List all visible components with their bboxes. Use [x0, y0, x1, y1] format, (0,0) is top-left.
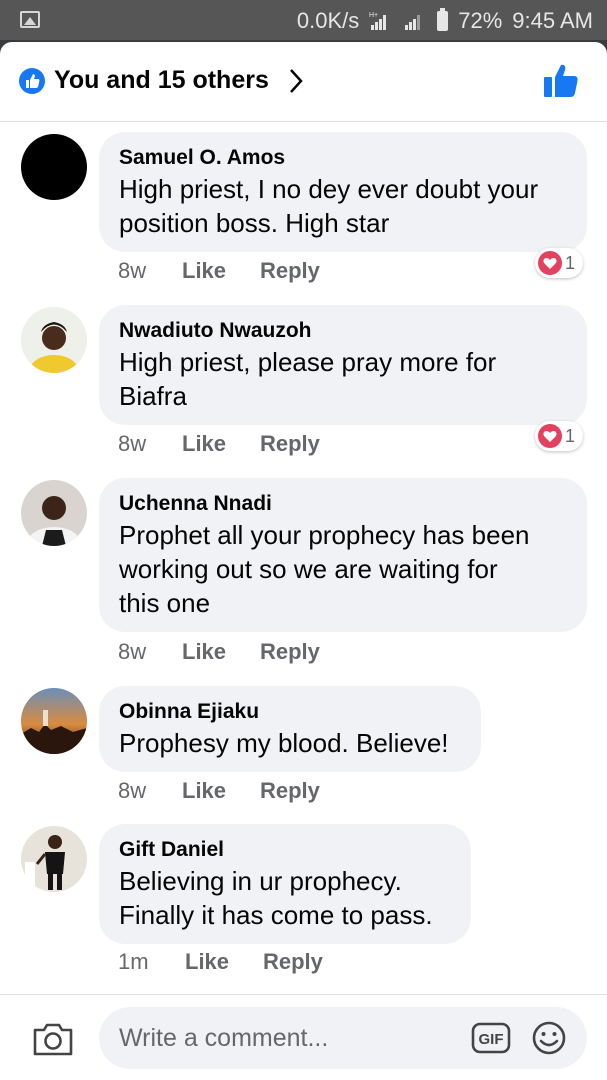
commenter-name[interactable]: Obinna Ejiaku: [119, 698, 461, 726]
reaction-count-badge[interactable]: 1: [534, 421, 583, 451]
reply-link[interactable]: Reply: [260, 431, 320, 457]
battery-level: 72%: [458, 8, 503, 33]
comment-actions: 8w Like Reply: [118, 778, 320, 804]
like-link[interactable]: Like: [182, 431, 260, 457]
comment-input-placeholder: Write a comment...: [119, 1024, 329, 1052]
like-link[interactable]: Like: [182, 258, 260, 284]
comment-text-line: Finally it has come to pass.: [119, 900, 433, 930]
like-badge-icon: [19, 68, 45, 94]
comment-text-line: Believing in ur prophecy.: [119, 866, 402, 896]
avatar[interactable]: [21, 826, 87, 892]
comment-input[interactable]: Write a comment... GIF: [99, 1007, 587, 1069]
comment-bubble[interactable]: Obinna Ejiaku Prophesy my blood. Believe…: [99, 686, 481, 772]
comment-time: 8w: [118, 778, 147, 803]
commenter-name[interactable]: Samuel O. Amos: [119, 144, 567, 172]
comment-text-line: working out so we are waiting for: [119, 554, 498, 584]
comment-text-line: High priest, I no dey ever doubt your: [119, 174, 539, 204]
signal-icon-2: [405, 15, 421, 30]
heart-icon: [537, 424, 562, 448]
comment-text-line: Biafra: [119, 381, 187, 411]
like-link[interactable]: Like: [182, 639, 260, 665]
comment-actions: 8w Like Reply: [118, 431, 320, 457]
emoji-icon[interactable]: [531, 1020, 567, 1056]
comment-bubble[interactable]: Uchenna Nnadi Prophet all your prophecy …: [99, 478, 587, 632]
battery-icon: [437, 8, 449, 31]
comment-bubble[interactable]: Gift Daniel Believing in ur prophecy. Fi…: [99, 824, 471, 944]
gif-icon[interactable]: GIF: [471, 1022, 511, 1054]
net-speed: 0.0K/s: [296, 8, 360, 33]
comment-text-line: High priest, please pray more for: [119, 347, 497, 377]
clock: 9:45 AM: [512, 8, 593, 33]
reply-link[interactable]: Reply: [260, 639, 320, 665]
comment-time: 8w: [118, 431, 147, 456]
chevron-right-icon[interactable]: [286, 66, 306, 96]
reactors-summary[interactable]: You and 15 others: [54, 66, 269, 95]
reply-link[interactable]: Reply: [260, 778, 320, 804]
commenter-name[interactable]: Uchenna Nnadi: [119, 490, 567, 518]
reaction-count-badge[interactable]: 1: [534, 248, 583, 278]
reaction-count: 1: [564, 425, 575, 446]
comment-actions: 8w Like Reply: [118, 639, 320, 665]
comment-text-line: Prophesy my blood. Believe!: [119, 728, 449, 758]
commenter-name[interactable]: Nwadiuto Nwauzoh: [119, 317, 567, 345]
avatar[interactable]: [21, 307, 87, 373]
commenter-name[interactable]: Gift Daniel: [119, 836, 451, 864]
like-link[interactable]: Like: [185, 949, 263, 975]
heart-icon: [537, 251, 562, 275]
signal-icon: H+: [369, 12, 387, 30]
gallery-icon: [20, 11, 40, 28]
comment-bubble[interactable]: Nwadiuto Nwauzoh High priest, please pra…: [99, 305, 587, 425]
comment-text-line: this one: [119, 588, 211, 618]
camera-icon[interactable]: [32, 1021, 74, 1057]
comment-actions: 8w Like Reply: [118, 258, 320, 284]
comment-time: 8w: [118, 639, 147, 664]
comment-actions: 1m Like Reply: [118, 949, 323, 975]
comment-text-line: Prophet all your prophecy has been: [119, 520, 530, 550]
reactions-comments-sheet: You and 15 others Samuel O. Amos High pr…: [0, 42, 607, 1080]
reply-link[interactable]: Reply: [263, 949, 323, 975]
comment-composer: Write a comment... GIF: [0, 994, 607, 1080]
thumbs-up-icon[interactable]: [542, 62, 580, 100]
like-link[interactable]: Like: [182, 778, 260, 804]
reaction-count: 1: [564, 252, 575, 273]
network-type: H+: [369, 12, 378, 19]
avatar[interactable]: [21, 134, 87, 200]
status-bar: 0.0K/s H+ 72% 9:45 AM: [0, 0, 607, 40]
comment-text-line: position boss. High star: [119, 208, 390, 238]
sheet-header[interactable]: You and 15 others: [0, 42, 607, 122]
comment-bubble[interactable]: Samuel O. Amos High priest, I no dey eve…: [99, 132, 587, 252]
avatar[interactable]: [21, 688, 87, 754]
gif-label: GIF: [479, 1031, 504, 1048]
reply-link[interactable]: Reply: [260, 258, 320, 284]
comment-time: 8w: [118, 258, 147, 283]
comment-time: 1m: [118, 949, 149, 974]
avatar[interactable]: [21, 480, 87, 546]
